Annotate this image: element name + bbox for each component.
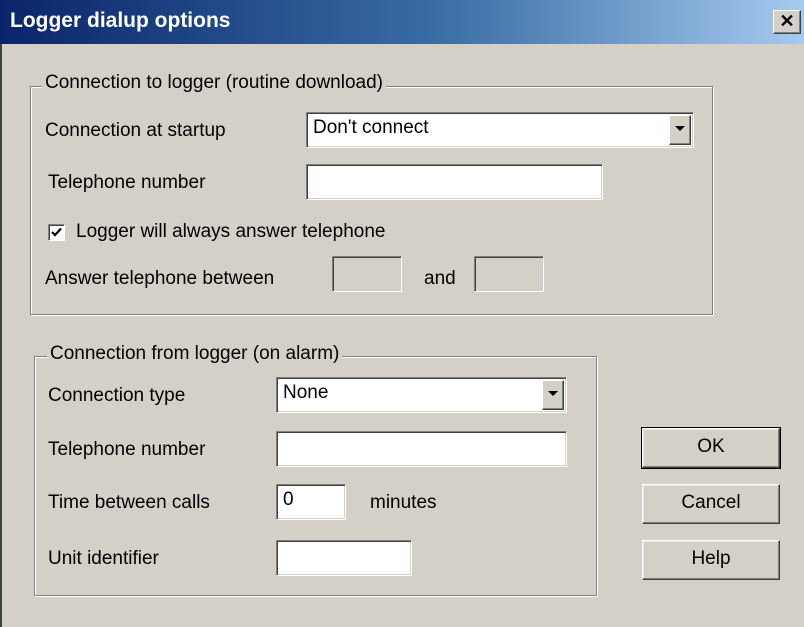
alarm-connection-legend: Connection from logger (on alarm)	[47, 343, 343, 365]
cancel-button[interactable]: Cancel	[642, 484, 780, 524]
title-bar: Logger dialup options ✕	[0, 0, 804, 44]
answer-between-label: Answer telephone between	[45, 268, 275, 289]
connection-at-startup-label: Connection at startup	[45, 120, 226, 141]
close-button[interactable]: ✕	[773, 10, 801, 34]
ok-button[interactable]: OK	[641, 427, 781, 469]
connection-type-label: Connection type	[48, 385, 186, 406]
time-between-calls-value: 0	[283, 489, 294, 510]
window-frame-left	[0, 44, 3, 627]
connection-at-startup-select[interactable]: Don't connect	[306, 112, 694, 148]
and-label: and	[424, 268, 456, 289]
help-button[interactable]: Help	[642, 540, 780, 580]
connection-type-select[interactable]: None	[276, 377, 567, 413]
connection-at-startup-value: Don't connect	[313, 117, 429, 138]
minutes-label: minutes	[370, 492, 437, 513]
answer-from-input[interactable]	[332, 256, 402, 292]
window-title: Logger dialup options	[10, 9, 231, 32]
connection-type-value: None	[283, 382, 329, 403]
always-answer-label: Logger will always answer telephone	[76, 221, 386, 242]
always-answer-checkbox[interactable]	[48, 224, 65, 241]
time-between-calls-input[interactable]: 0	[276, 484, 346, 520]
routine-download-legend: Connection to logger (routine download)	[42, 72, 386, 94]
checkmark-icon	[51, 227, 62, 237]
alarm-telephone-label: Telephone number	[48, 439, 206, 460]
routine-telephone-label: Telephone number	[48, 172, 206, 193]
answer-to-input[interactable]	[474, 256, 544, 292]
alarm-telephone-input[interactable]	[276, 431, 567, 467]
close-icon: ✕	[779, 11, 795, 31]
time-between-calls-label: Time between calls	[48, 492, 210, 513]
chevron-down-icon[interactable]	[669, 115, 691, 145]
chevron-down-icon[interactable]	[542, 380, 564, 410]
routine-telephone-input[interactable]	[306, 164, 603, 200]
unit-identifier-input[interactable]	[276, 540, 412, 576]
unit-identifier-label: Unit identifier	[48, 548, 159, 569]
